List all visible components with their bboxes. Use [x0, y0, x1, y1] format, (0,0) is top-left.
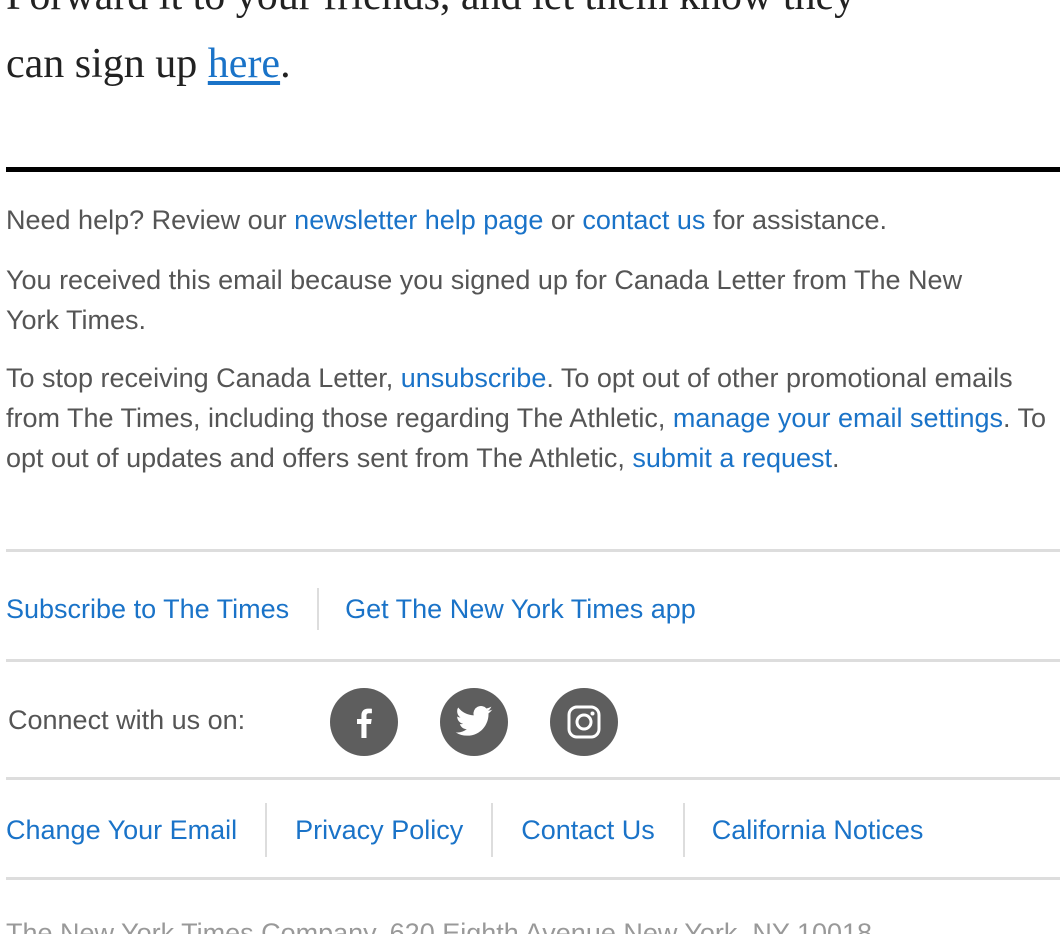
footer-links: Change Your Email Privacy Policy Contact… [6, 803, 1060, 857]
divider [6, 549, 1060, 552]
california-notices-link[interactable]: California Notices [685, 815, 924, 846]
contact-us-link[interactable]: contact us [582, 205, 705, 235]
forward-line-2-prefix: can sign up [6, 41, 208, 87]
company-address: The New York Times Company, 620 Eighth A… [6, 918, 873, 934]
divider [6, 777, 1060, 780]
change-email-link[interactable]: Change Your Email [6, 815, 265, 846]
instagram-icon[interactable] [550, 688, 618, 756]
received-text: You received this email because you sign… [6, 265, 963, 335]
forward-message: Forward it to your friends, and let them… [6, 0, 1060, 98]
promo-links: Subscribe to The Times Get The New York … [6, 588, 1060, 630]
divider [6, 659, 1060, 662]
help-suffix: for assistance. [705, 205, 888, 235]
help-prefix: Need help? Review our [6, 205, 295, 235]
get-app-link[interactable]: Get The New York Times app [319, 594, 696, 625]
divider [6, 877, 1060, 880]
forward-line-2: can sign up here. [6, 30, 1060, 98]
unsubscribe-p4: . [832, 443, 840, 473]
manage-email-settings-link[interactable]: manage your email settings [673, 403, 1003, 433]
section-divider [6, 167, 1060, 172]
unsubscribe-text: To stop receiving Canada Letter, unsubsc… [6, 358, 1060, 478]
unsubscribe-p1: To stop receiving Canada Letter, [6, 363, 401, 393]
contact-us-footer-link[interactable]: Contact Us [493, 815, 683, 846]
help-middle: or [543, 205, 583, 235]
privacy-policy-link[interactable]: Privacy Policy [267, 815, 491, 846]
newsletter-help-link[interactable]: newsletter help page [294, 205, 543, 235]
forward-line-2-suffix: . [280, 41, 291, 87]
subscribe-link[interactable]: Subscribe to The Times [6, 594, 317, 625]
signup-link[interactable]: here [208, 41, 280, 87]
help-text: Need help? Review our newsletter help pa… [6, 200, 1060, 240]
twitter-icon[interactable] [440, 688, 508, 756]
submit-request-link[interactable]: submit a request [632, 443, 832, 473]
facebook-icon[interactable] [330, 688, 398, 756]
unsubscribe-link[interactable]: unsubscribe [401, 363, 547, 393]
connect-label: Connect with us on: [8, 705, 246, 735]
forward-line-1: Forward it to your friends, and let them… [6, 0, 1060, 30]
